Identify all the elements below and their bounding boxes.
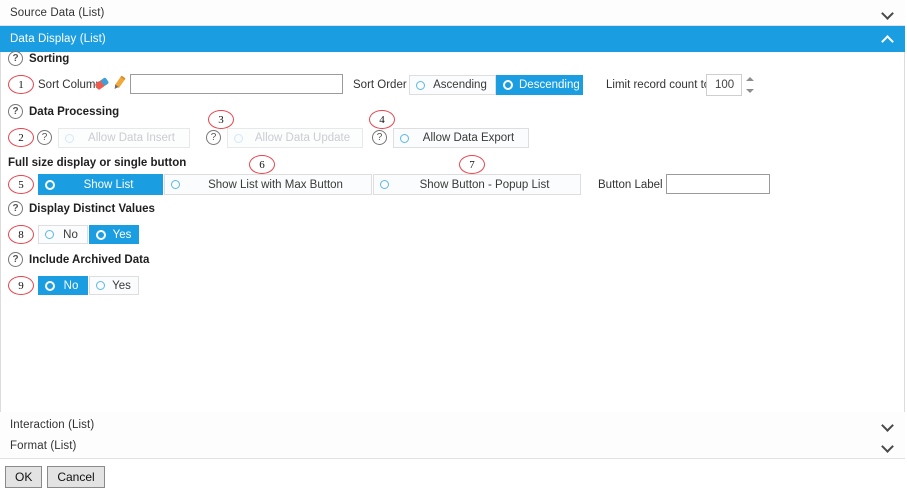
spinner-arrows-icon[interactable] [746,75,756,95]
accordion-header-format[interactable]: Format (List) [0,433,905,459]
display-mode-title: Full size display or single button [8,157,187,169]
chevron-down-icon [881,6,895,20]
annotation-marker-4: 4 [369,110,395,129]
sort-order-ascending-option[interactable]: Ascending [409,75,496,95]
allow-data-update-toggle: Allow Data Update [227,128,363,148]
allow-data-insert-help-icon[interactable]: ? [37,130,52,145]
distinct-values-no-label: No [63,228,78,241]
sort-order-ascending-label: Ascending [433,79,487,91]
allow-data-export-help-icon[interactable]: ? [372,130,387,145]
annotation-marker-2: 2 [8,128,34,147]
sorting-title-text: Sorting [29,52,70,65]
marker-number: 8 [18,228,24,241]
cancel-button[interactable]: Cancel [47,466,105,488]
archived-data-no-option[interactable]: No [38,276,88,295]
radio-selected-icon [96,229,106,240]
accordion-label-interaction: Interaction (List) [10,418,95,431]
radio-selected-icon [45,179,55,190]
display-mode-show-button-popup-option[interactable]: Show Button - Popup List [373,174,581,195]
distinct-values-yes-option[interactable]: Yes [89,225,139,244]
chevron-up-icon [881,32,895,46]
radio-icon [65,133,74,143]
marker-number: 5 [18,178,24,191]
marker-number: 7 [469,158,475,171]
accordion-header-source-data[interactable]: Source Data (List) [0,0,905,26]
question-mark-icon[interactable]: ? [8,51,23,66]
question-mark-icon[interactable]: ? [8,201,23,216]
limit-record-count-input[interactable]: 100 [706,74,742,96]
marker-number: 6 [259,158,265,171]
annotation-marker-7: 7 [459,155,485,174]
annotation-marker-5: 5 [8,175,34,194]
allow-data-insert-toggle: Allow Data Insert [58,128,190,148]
allow-data-insert-label: Allow Data Insert [88,132,175,144]
distinct-values-title-text: Display Distinct Values [29,202,155,215]
marker-number: 1 [18,78,24,91]
sort-order-label: Sort Order [353,79,407,91]
display-mode-show-button-popup-label: Show Button - Popup List [419,178,550,191]
archived-data-section-title: ? Include Archived Data [8,252,149,267]
archived-data-title-text: Include Archived Data [29,253,150,266]
settings-dialog: Source Data (List) Data Display (List) ?… [0,0,907,500]
radio-icon [234,133,243,143]
radio-selected-icon [45,280,55,291]
data-processing-title-text: Data Processing [29,105,120,118]
limit-record-count-value: 100 [715,79,735,91]
distinct-values-yes-label: Yes [112,228,132,241]
allow-data-update-help-icon[interactable]: ? [206,130,221,145]
allow-data-update-label: Allow Data Update [254,132,351,144]
accordion-header-data-display[interactable]: Data Display (List) [0,26,905,52]
distinct-values-section-title: ? Display Distinct Values [8,201,155,216]
sort-column-input[interactable] [130,74,343,94]
radio-icon [45,230,54,239]
display-mode-show-list-max-label: Show List with Max Button [208,178,343,191]
dialog-footer: OK Cancel [5,466,105,488]
display-mode-show-list-label: Show List [83,178,134,191]
archived-data-yes-option[interactable]: Yes [89,276,139,295]
annotation-marker-8: 8 [8,225,34,244]
accordion-label-source-data: Source Data (List) [10,6,105,19]
annotation-marker-3: 3 [208,110,234,129]
marker-number: 3 [218,113,224,126]
chevron-down-icon [881,439,895,453]
accordion-label-format: Format (List) [10,439,77,452]
allow-data-export-toggle[interactable]: Allow Data Export [393,128,529,148]
chevron-down-icon [881,418,895,432]
radio-icon [171,180,180,189]
ok-button[interactable]: OK [5,466,43,488]
distinct-values-no-option[interactable]: No [38,225,88,244]
sorting-section-title: ? Sorting [8,51,69,66]
radio-icon [400,133,409,143]
limit-record-count-label: Limit record count to [606,79,711,91]
question-mark-icon[interactable]: ? [8,252,23,267]
button-label-input[interactable] [666,174,770,194]
radio-icon [380,180,389,189]
marker-number: 4 [379,113,385,126]
radio-icon [96,281,105,290]
archived-data-no-label: No [63,279,79,292]
radio-selected-icon [503,80,513,90]
display-mode-show-list-max-option[interactable]: Show List with Max Button [164,174,372,195]
annotation-marker-1: 1 [8,75,34,94]
allow-data-export-label: Allow Data Export [422,132,515,144]
accordion-label-data-display: Data Display (List) [10,32,106,45]
sort-order-descending-label: Descending [519,79,580,91]
data-processing-section-title: ? Data Processing [8,104,119,119]
question-mark-icon[interactable]: ? [8,104,23,119]
archived-data-yes-label: Yes [112,279,131,292]
marker-number: 9 [18,279,24,292]
marker-number: 2 [18,131,24,144]
sort-order-descending-option[interactable]: Descending [496,75,583,95]
button-label-label: Button Label [598,179,663,191]
radio-icon [416,80,425,90]
annotation-marker-9: 9 [8,276,34,295]
annotation-marker-6: 6 [249,155,275,174]
display-mode-show-list-option[interactable]: Show List [38,174,163,195]
